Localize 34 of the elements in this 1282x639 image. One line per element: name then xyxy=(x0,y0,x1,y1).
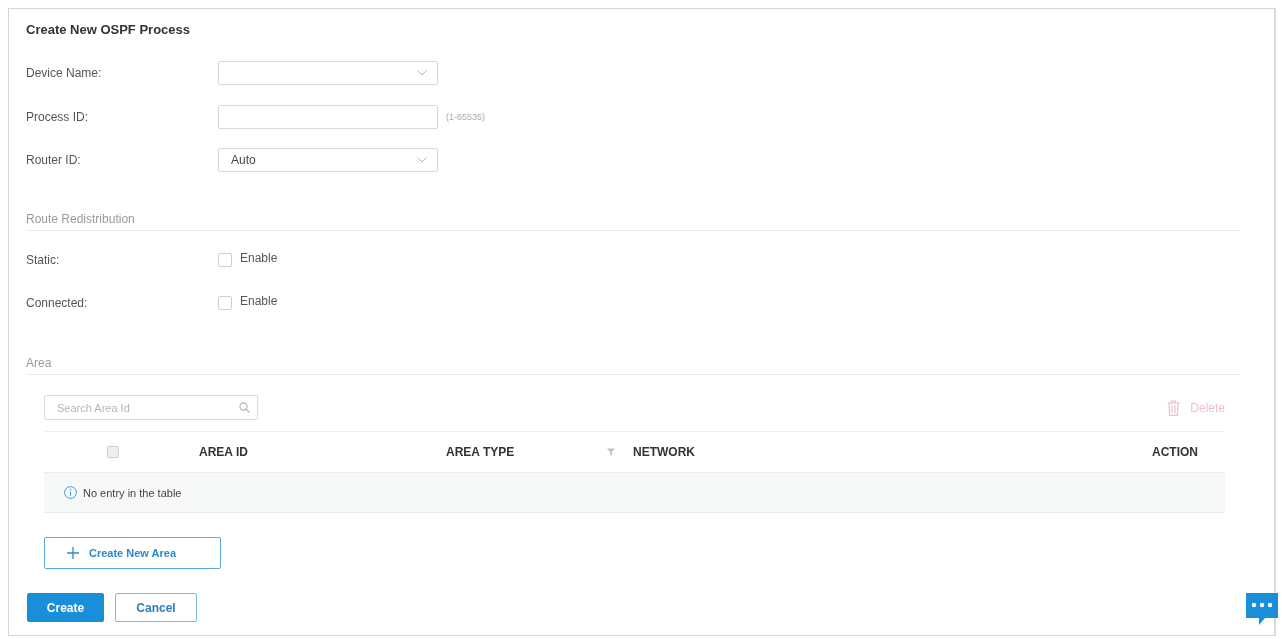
checkbox[interactable] xyxy=(218,253,232,267)
search-field[interactable]: Search Area Id xyxy=(44,395,258,420)
section-heading: Area xyxy=(26,355,1240,375)
column-header: ACTION xyxy=(1152,445,1198,459)
field-label: Router ID: xyxy=(26,153,82,167)
form-title: Create New OSPF Process xyxy=(26,22,192,38)
chevron-down-icon xyxy=(417,70,427,76)
select-value: Auto xyxy=(231,153,256,167)
checkbox[interactable] xyxy=(218,296,232,310)
checkbox-label[interactable]: Enable xyxy=(240,294,278,308)
column-header: AREA TYPE xyxy=(446,445,515,459)
column-header: NETWORK xyxy=(633,445,695,459)
filter-icon[interactable] xyxy=(607,448,615,456)
search-icon xyxy=(239,402,250,413)
select-field[interactable] xyxy=(218,61,438,85)
trash-icon xyxy=(1167,399,1181,416)
field-label: Connected: xyxy=(26,296,89,310)
chevron-down-icon xyxy=(417,157,427,163)
empty-message: No entry in the table xyxy=(83,486,182,499)
field-label: Device Name: xyxy=(26,66,103,80)
select-field[interactable]: Auto xyxy=(218,148,438,172)
create-area-button[interactable]: Create New Area xyxy=(44,537,221,569)
info-icon xyxy=(64,486,77,499)
chat-icon[interactable] xyxy=(1245,592,1279,626)
field-label: Static: xyxy=(26,253,61,267)
checkbox-label[interactable]: Enable xyxy=(240,251,278,265)
cancel-button[interactable]: Cancel xyxy=(115,593,197,622)
column-header: AREA ID xyxy=(199,445,248,459)
plus-icon xyxy=(67,547,79,559)
input-field[interactable] xyxy=(218,105,438,129)
field-label: Process ID: xyxy=(26,110,89,124)
section-heading: Route Redistribution xyxy=(26,211,1240,231)
create-button[interactable]: Create xyxy=(27,593,104,622)
range-hint: (1-65535) xyxy=(446,112,486,122)
